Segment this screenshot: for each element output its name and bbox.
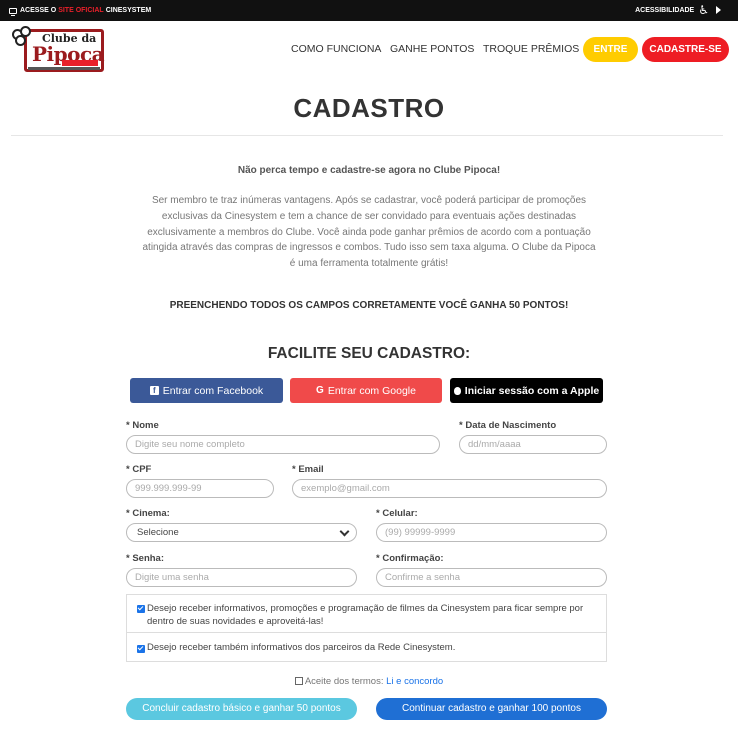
logo-tagline bbox=[28, 67, 100, 70]
parceiros-checkbox[interactable] bbox=[137, 645, 145, 653]
monitor-icon bbox=[9, 7, 17, 16]
top-bar: ACESSE O SITE OFICIAL CINESYSTEM ACESSIB… bbox=[0, 0, 738, 21]
official-site-suffix: CINESYSTEM bbox=[105, 7, 152, 14]
points-notice: PREENCHENDO TODOS OS CAMPOS CORRETAMENTE… bbox=[169, 300, 569, 311]
accessibility-label: ACESSIBILIDADE bbox=[635, 6, 695, 14]
senha-label: * Senha: bbox=[126, 553, 165, 564]
entre-button[interactable]: ENTRE bbox=[583, 37, 638, 62]
google-login-button[interactable]: G Entrar com Google bbox=[290, 378, 442, 403]
informativos-label: Desejo receber informativos, promoções e… bbox=[147, 603, 584, 627]
cinema-select[interactable]: Selecione bbox=[126, 523, 357, 542]
site-header: Clube da Pipoca COMO FUNCIONA GANHE PONT… bbox=[0, 21, 738, 77]
facebook-login-label: Entrar com Facebook bbox=[162, 384, 264, 397]
apple-login-label: Iniciar sessão com a Apple bbox=[464, 384, 600, 397]
facebook-login-button[interactable]: f Entrar com Facebook bbox=[130, 378, 283, 403]
official-site-link[interactable]: ACESSE O SITE OFICIAL CINESYSTEM bbox=[9, 7, 152, 16]
concluir-basico-button[interactable]: Concluir cadastro básico e ganhar 50 pon… bbox=[126, 698, 357, 720]
title-divider bbox=[11, 135, 723, 136]
official-site-prefix: ACESSE O bbox=[20, 7, 57, 14]
celular-label: * Celular: bbox=[376, 508, 418, 519]
opt-in-panel: Desejo receber informativos, promoções e… bbox=[126, 594, 607, 662]
accessibility-toggle[interactable]: ACESSIBILIDADE ♿ bbox=[635, 3, 721, 17]
wheelchair-icon: ♿ bbox=[698, 3, 709, 17]
confirmacao-input[interactable] bbox=[376, 568, 607, 587]
apple-icon bbox=[453, 386, 461, 395]
nascimento-label: * Data de Nascimento bbox=[459, 420, 557, 431]
informativos-checkbox[interactable] bbox=[137, 605, 145, 613]
terms-label: Aceite dos termos: bbox=[304, 676, 384, 687]
official-site-highlight: SITE OFICIAL bbox=[58, 7, 104, 14]
page-description: Ser membro te traz inúmeras vantagens. A… bbox=[142, 195, 596, 270]
chevron-down-icon bbox=[339, 526, 350, 537]
email-input[interactable] bbox=[292, 479, 607, 498]
nav-troque-premios[interactable]: TROQUE PRÊMIOS bbox=[483, 43, 579, 55]
nome-input[interactable] bbox=[126, 435, 440, 454]
celular-input[interactable] bbox=[376, 523, 607, 542]
confirmacao-label: * Confirmação: bbox=[376, 553, 444, 564]
nascimento-input[interactable] bbox=[459, 435, 607, 454]
parceiros-label: Desejo receber também informativos dos p… bbox=[147, 642, 456, 653]
opt-in-divider bbox=[127, 632, 606, 633]
facebook-icon: f bbox=[149, 386, 159, 395]
nav-como-funciona[interactable]: COMO FUNCIONA bbox=[291, 43, 381, 55]
cpf-label: * CPF bbox=[126, 464, 152, 475]
terms-row: Aceite dos termos: Li e concordo bbox=[0, 676, 738, 687]
nav-ganhe-pontos[interactable]: GANHE PONTOS bbox=[390, 43, 474, 55]
terms-link[interactable]: Li e concordo bbox=[386, 676, 443, 687]
nome-label: * Nome bbox=[126, 420, 159, 431]
apple-login-button[interactable]: Iniciar sessão com a Apple bbox=[450, 378, 603, 403]
cadastre-se-button[interactable]: CADASTRE-SE bbox=[642, 37, 729, 62]
continuar-cadastro-button[interactable]: Continuar cadastro e ganhar 100 pontos bbox=[376, 698, 607, 720]
clube-da-pipoca-logo[interactable]: Clube da Pipoca bbox=[10, 25, 106, 74]
cinema-select-value: Selecione bbox=[137, 527, 179, 538]
page-subtitle: Não perca tempo e cadastre-se agora no C… bbox=[237, 165, 501, 176]
senha-input[interactable] bbox=[126, 568, 357, 587]
page-title: CADASTRO bbox=[293, 93, 445, 123]
play-arrow-icon bbox=[716, 6, 721, 14]
google-login-label: Entrar com Google bbox=[327, 384, 416, 397]
terms-checkbox[interactable] bbox=[294, 677, 303, 685]
email-label: * Email bbox=[292, 464, 324, 475]
cinema-label: * Cinema: bbox=[126, 508, 170, 519]
logo-badge bbox=[62, 60, 98, 66]
google-icon: G bbox=[316, 385, 324, 396]
facilite-heading: FACILITE SEU CADASTRO: bbox=[267, 345, 471, 362]
cpf-input[interactable] bbox=[126, 479, 274, 498]
